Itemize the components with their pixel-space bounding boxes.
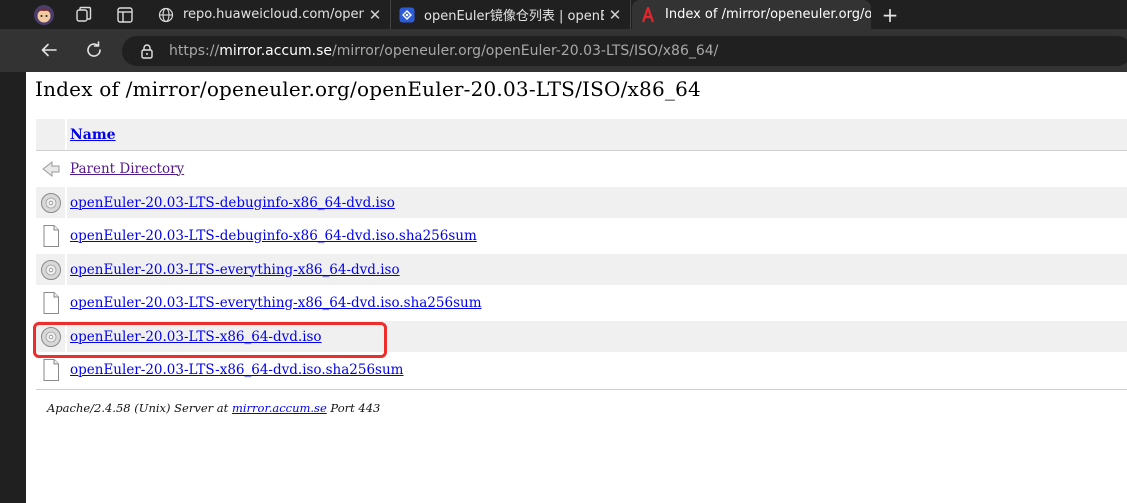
table-header-row: Name xyxy=(36,119,1127,150)
url-host: mirror.accum.se xyxy=(219,43,333,59)
globe-icon xyxy=(158,7,174,22)
profile-avatar-icon[interactable] xyxy=(33,4,55,26)
address-bar[interactable]: https://mirror.accum.se/mirror/openeuler… xyxy=(122,36,1127,66)
back-arrow-icon xyxy=(41,160,59,177)
page-content: Index of /mirror/openeuler.org/openEuler… xyxy=(26,72,1127,503)
tab-title: repo.huaweicloud.com/openeuler xyxy=(183,7,364,22)
refresh-icon xyxy=(87,41,101,57)
openeuler-logo-icon xyxy=(399,7,415,22)
server-signature-suffix: Port 443 xyxy=(326,401,381,415)
text-file-icon xyxy=(43,291,59,314)
vertical-tabs-icon[interactable] xyxy=(115,5,135,25)
tab-repo-huaweicloud[interactable]: repo.huaweicloud.com/openeuler ✕ xyxy=(150,0,391,29)
server-signature-prefix: Apache/2.4.58 (Unix) Server at xyxy=(47,401,232,415)
text-file-icon xyxy=(43,358,59,381)
tab-title: openEuler镜像仓列表 | openEuler xyxy=(424,9,604,24)
tab-openeuler-mirror-list[interactable]: openEuler镜像仓列表 | openEuler ✕ xyxy=(391,0,631,29)
tab-strip: repo.huaweicloud.com/openeuler ✕ openEul… xyxy=(0,0,1127,29)
header-icon-cell xyxy=(36,119,65,150)
url-path: /mirror/openeuler.org/openEuler-20.03-LT… xyxy=(332,43,719,59)
table-row: openEuler-20.03-LTS-debuginfo-x86_64-dvd… xyxy=(36,220,1127,251)
close-tab-icon[interactable]: ✕ xyxy=(604,4,626,26)
refresh-button[interactable] xyxy=(81,37,107,63)
parent-directory-link[interactable]: Parent Directory xyxy=(70,161,184,177)
table-row: openEuler-20.03-LTS-x86_64-dvd.iso.sha25… xyxy=(36,354,1127,385)
highlight-box xyxy=(33,322,387,358)
file-link[interactable]: openEuler-20.03-LTS-everything-x86_64-dv… xyxy=(70,295,482,311)
footer-divider xyxy=(36,389,1127,390)
header-divider xyxy=(36,150,1127,151)
table-row: Parent Directory xyxy=(36,153,1127,184)
new-tab-button[interactable]: + xyxy=(878,3,902,27)
name-column-header[interactable]: Name xyxy=(70,127,116,143)
url-scheme: https:// xyxy=(169,43,220,59)
back-arrow-icon xyxy=(41,43,57,57)
back-button[interactable] xyxy=(36,37,62,63)
cd-disc-icon xyxy=(40,192,61,213)
close-tab-icon[interactable]: ✕ xyxy=(364,4,386,26)
workspaces-icon[interactable] xyxy=(74,5,94,25)
file-link[interactable]: openEuler-20.03-LTS-x86_64-dvd.iso.sha25… xyxy=(70,362,403,378)
lock-icon[interactable] xyxy=(139,43,155,59)
file-link[interactable]: openEuler-20.03-LTS-everything-x86_64-dv… xyxy=(70,262,400,278)
page-title: Index of /mirror/openeuler.org/openEuler… xyxy=(35,77,701,101)
text-file-icon xyxy=(43,224,59,247)
browser-toolbar: https://mirror.accum.se/mirror/openeuler… xyxy=(0,29,1127,72)
table-row: openEuler-20.03-LTS-everything-x86_64-dv… xyxy=(36,254,1127,285)
server-signature: Apache/2.4.58 (Unix) Server at mirror.ac… xyxy=(47,401,380,415)
cd-disc-icon xyxy=(40,259,61,280)
tab-title: Index of /mirror/openeuler.org/op xyxy=(665,7,871,22)
tab-index-of-mirror[interactable]: Index of /mirror/openeuler.org/op xyxy=(632,0,871,29)
apache-feather-icon xyxy=(641,6,655,22)
server-host-link[interactable]: mirror.accum.se xyxy=(232,401,327,415)
file-link[interactable]: openEuler-20.03-LTS-debuginfo-x86_64-dvd… xyxy=(70,195,395,211)
table-row: openEuler-20.03-LTS-debuginfo-x86_64-dvd… xyxy=(36,187,1127,218)
file-link[interactable]: openEuler-20.03-LTS-debuginfo-x86_64-dvd… xyxy=(70,228,477,244)
table-row: openEuler-20.03-LTS-everything-x86_64-dv… xyxy=(36,287,1127,318)
url-text[interactable]: https://mirror.accum.se/mirror/openeuler… xyxy=(169,43,718,59)
